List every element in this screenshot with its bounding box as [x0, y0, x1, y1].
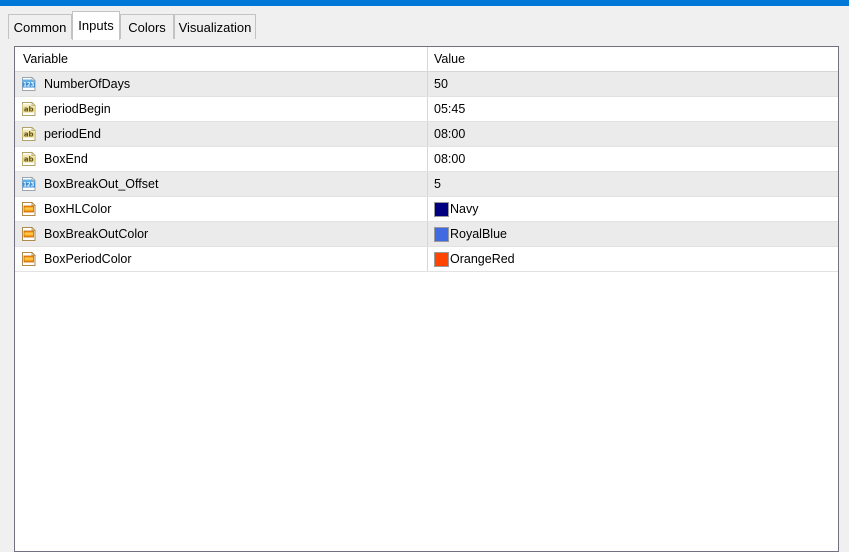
- value-label: 08:00: [434, 152, 466, 166]
- cell-value[interactable]: 05:45: [428, 97, 838, 121]
- table-row[interactable]: BoxBreakOutColor RoyalBlue: [15, 222, 838, 247]
- variable-name-label: periodBegin: [44, 102, 111, 116]
- tab-inputs[interactable]: Inputs: [72, 11, 120, 40]
- svg-text:123: 123: [23, 181, 34, 188]
- value-label: RoyalBlue: [450, 227, 507, 241]
- tab-colors[interactable]: Colors: [120, 14, 174, 39]
- table-header-row: Variable Value: [15, 47, 838, 72]
- numeric-type-icon: 123: [21, 176, 37, 192]
- value-label: 05:45: [434, 102, 466, 116]
- color-type-icon: [21, 226, 37, 242]
- variable-name-label: BoxBreakOut_Offset: [44, 177, 159, 191]
- parameters-panel: Variable Value 123 NumberOfDays 50 ab period…: [14, 46, 839, 552]
- numeric-type-icon: 123: [21, 76, 37, 92]
- svg-text:ab: ab: [24, 130, 34, 138]
- cell-variable[interactable]: ab BoxEnd: [15, 147, 428, 171]
- svg-text:ab: ab: [24, 155, 34, 163]
- variable-name-label: NumberOfDays: [44, 77, 131, 91]
- tab-visualization[interactable]: Visualization: [174, 14, 256, 39]
- tab-common[interactable]: Common: [8, 14, 72, 39]
- tab-visualization-label: Visualization: [178, 20, 252, 35]
- color-swatch[interactable]: [434, 226, 449, 242]
- cell-variable[interactable]: ab periodEnd: [15, 122, 428, 146]
- string-type-icon: ab: [21, 126, 37, 142]
- variable-name-label: BoxHLColor: [44, 202, 112, 216]
- table-row[interactable]: ab periodBegin 05:45: [15, 97, 838, 122]
- table-row[interactable]: 123 NumberOfDays 50: [15, 72, 838, 97]
- cell-value[interactable]: OrangeRed: [428, 247, 838, 271]
- variable-name-label: BoxEnd: [44, 152, 88, 166]
- svg-text:ab: ab: [24, 105, 34, 113]
- cell-variable[interactable]: BoxHLColor: [15, 197, 428, 221]
- string-type-icon: ab: [21, 101, 37, 117]
- value-label: OrangeRed: [450, 252, 515, 266]
- cell-variable[interactable]: 123 BoxBreakOut_Offset: [15, 172, 428, 196]
- cell-value[interactable]: 08:00: [428, 122, 838, 146]
- color-type-icon: [21, 201, 37, 217]
- variable-name-label: periodEnd: [44, 127, 101, 141]
- color-swatch[interactable]: [434, 201, 449, 217]
- cell-value[interactable]: 5: [428, 172, 838, 196]
- cell-value[interactable]: 50: [428, 72, 838, 96]
- value-label: 08:00: [434, 127, 466, 141]
- column-header-variable[interactable]: Variable: [15, 47, 428, 71]
- color-type-icon: [21, 251, 37, 267]
- value-label: 5: [434, 177, 441, 191]
- cell-value[interactable]: RoyalBlue: [428, 222, 838, 246]
- table-row[interactable]: 123 BoxBreakOut_Offset 5: [15, 172, 838, 197]
- table-row[interactable]: ab BoxEnd 08:00: [15, 147, 838, 172]
- color-swatch[interactable]: [434, 251, 449, 267]
- variable-name-label: BoxPeriodColor: [44, 252, 132, 266]
- table-row[interactable]: BoxHLColor Navy: [15, 197, 838, 222]
- tab-common-label: Common: [13, 20, 67, 35]
- value-label: Navy: [450, 202, 479, 216]
- cell-value[interactable]: Navy: [428, 197, 838, 221]
- tab-inputs-label: Inputs: [78, 18, 114, 33]
- table-row[interactable]: ab periodEnd 08:00: [15, 122, 838, 147]
- cell-variable[interactable]: 123 NumberOfDays: [15, 72, 428, 96]
- variable-name-label: BoxBreakOutColor: [44, 227, 149, 241]
- table-body: 123 NumberOfDays 50 ab periodBegin 05:45 ab per…: [15, 72, 838, 272]
- table-row[interactable]: BoxPeriodColor OrangeRed: [15, 247, 838, 272]
- column-header-value[interactable]: Value: [428, 47, 838, 71]
- value-label: 50: [434, 77, 448, 91]
- svg-text:123: 123: [23, 81, 34, 88]
- cell-value[interactable]: 08:00: [428, 147, 838, 171]
- cell-variable[interactable]: BoxPeriodColor: [15, 247, 428, 271]
- string-type-icon: ab: [21, 151, 37, 167]
- cell-variable[interactable]: ab periodBegin: [15, 97, 428, 121]
- cell-variable[interactable]: BoxBreakOutColor: [15, 222, 428, 246]
- tab-colors-label: Colors: [128, 20, 166, 35]
- tab-strip: Common Inputs Colors Visualization: [0, 6, 849, 46]
